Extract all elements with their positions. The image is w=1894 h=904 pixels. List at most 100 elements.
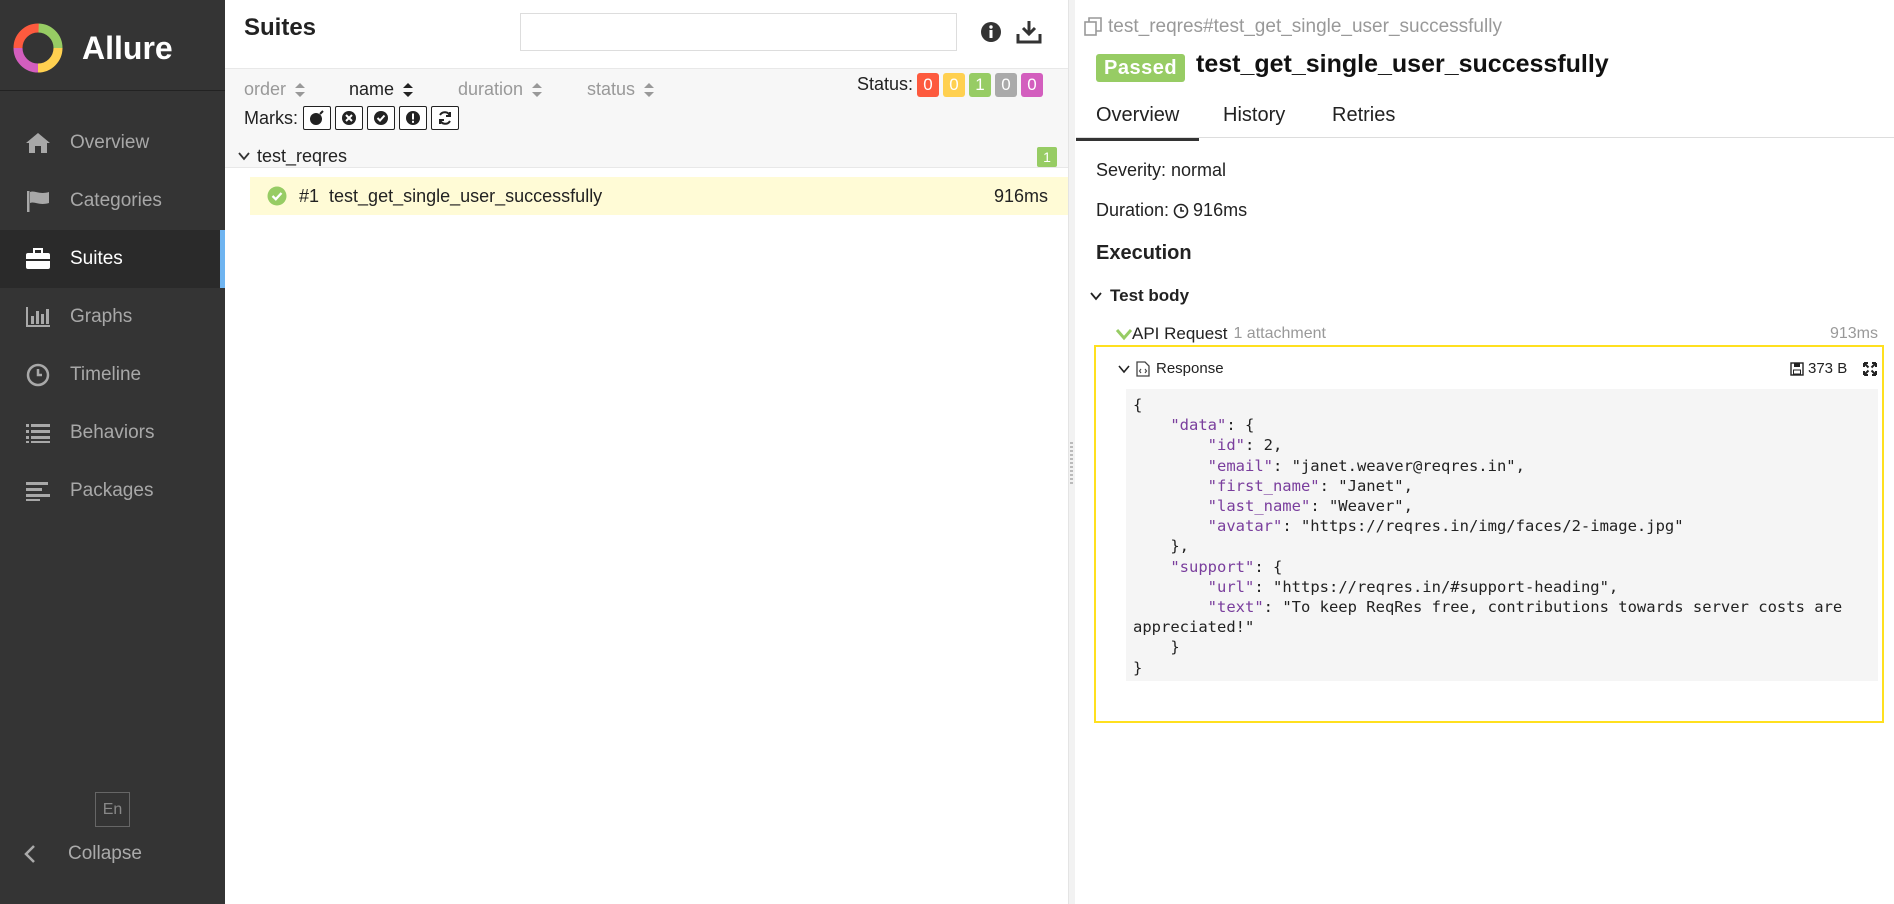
- collapse-label: Collapse: [68, 843, 142, 864]
- download-icon[interactable]: [1015, 18, 1043, 46]
- info-icon[interactable]: [977, 18, 1005, 46]
- sidebar-item-categories[interactable]: Categories: [0, 172, 225, 230]
- attachment-size-value: 373 B: [1808, 360, 1848, 377]
- sidebar: Allure Overview Categories Suites Graphs…: [0, 0, 225, 904]
- duration-label: Duration:: [1096, 200, 1170, 220]
- new-broken-mark-button[interactable]: [399, 106, 427, 130]
- sidebar-item-label: Behaviors: [70, 422, 155, 443]
- sort-icon: [295, 82, 306, 97]
- sidebar-item-label: Timeline: [70, 364, 142, 385]
- step-duration: 913ms: [1829, 325, 1878, 342]
- duration: Duration: 916ms: [1096, 200, 1247, 221]
- briefcase-icon: [24, 246, 52, 272]
- flaky-mark-button[interactable]: [303, 106, 331, 130]
- sort-by-duration[interactable]: duration: [458, 79, 543, 100]
- sidebar-item-timeline[interactable]: Timeline: [0, 346, 225, 404]
- suites-pane: Suites order name duration status Status…: [225, 0, 1068, 904]
- suite-group-row[interactable]: test_reqres 1: [237, 145, 1057, 167]
- times-circle-icon: [342, 111, 356, 125]
- step-attachments: 1 attachment: [1233, 325, 1326, 342]
- attachment-size[interactable]: 373 B: [1790, 360, 1847, 377]
- home-icon: [24, 130, 52, 156]
- chevron-left-icon: [24, 838, 44, 870]
- file-code-icon: [1136, 360, 1150, 377]
- chevron-down-icon: [1090, 292, 1102, 301]
- passed-status-icon: [267, 186, 287, 206]
- status-broken-toggle[interactable]: 0: [943, 73, 965, 97]
- flag-icon: [24, 188, 52, 214]
- test-title: test_get_single_user_successfully: [1196, 50, 1609, 78]
- breadcrumb: test_reqres#test_get_single_user_success…: [1084, 16, 1502, 38]
- test-duration: 916ms: [993, 185, 1048, 206]
- test-body-toggle[interactable]: Test body: [1090, 286, 1189, 306]
- test-row[interactable]: #1 test_get_single_user_successfully 916…: [250, 177, 1068, 215]
- status-skipped-toggle[interactable]: 0: [995, 73, 1017, 97]
- page-title: Suites: [244, 14, 317, 41]
- sort-icon: [403, 82, 414, 97]
- suite-count-badge: 1: [1037, 147, 1057, 167]
- test-detail-pane: test_reqres#test_get_single_user_success…: [1075, 0, 1894, 904]
- clock-icon: [1173, 203, 1189, 218]
- test-name: test_get_single_user_successfully: [329, 185, 603, 206]
- clock-icon: [24, 362, 52, 388]
- status-filter: 0 0 1 0 0: [917, 73, 1043, 97]
- app-name: Allure: [82, 29, 173, 66]
- sort-by-status[interactable]: status: [587, 79, 655, 100]
- copy-icon[interactable]: [1084, 17, 1102, 37]
- language-button[interactable]: En: [95, 792, 130, 827]
- bomb-icon: [310, 110, 324, 125]
- attachment-header[interactable]: Response: [1118, 360, 1224, 377]
- sidebar-item-label: Suites: [70, 248, 123, 269]
- new-passed-mark-button[interactable]: [367, 106, 395, 130]
- step-name: API Request: [1132, 324, 1228, 343]
- sort-by-name[interactable]: name: [349, 79, 414, 100]
- detail-tabs: Overview History Retries: [1075, 96, 1894, 141]
- status-unknown-toggle[interactable]: 0: [1021, 73, 1043, 97]
- sort-label: order: [244, 79, 287, 99]
- chevron-down-icon: [238, 152, 250, 161]
- sidebar-item-packages[interactable]: Packages: [0, 462, 225, 520]
- bar-chart-icon: [24, 304, 52, 330]
- sort-label: duration: [458, 79, 524, 99]
- test-number: #1: [299, 185, 320, 206]
- step-row[interactable]: API Request 1 attachment 913ms: [1116, 324, 1878, 344]
- sidebar-item-label: Packages: [70, 480, 154, 501]
- sidebar-item-label: Categories: [70, 190, 162, 211]
- sidebar-item-behaviors[interactable]: Behaviors: [0, 404, 225, 462]
- retries-mark-button[interactable]: [431, 106, 459, 130]
- search-input[interactable]: [520, 13, 957, 51]
- allure-logo-icon: [12, 22, 64, 74]
- brand[interactable]: Allure: [12, 20, 173, 76]
- sidebar-item-label: Overview: [70, 132, 150, 153]
- list-icon: [24, 420, 52, 446]
- response-body: { "data": { "id": 2, "email": "janet.wea…: [1126, 389, 1878, 681]
- status-passed-toggle[interactable]: 1: [969, 73, 991, 97]
- splitter-grip[interactable]: [1070, 442, 1073, 484]
- breadcrumb-text: test_reqres#test_get_single_user_success…: [1108, 16, 1502, 37]
- status-failed-toggle[interactable]: 0: [917, 73, 939, 97]
- test-body-label: Test body: [1110, 286, 1190, 305]
- sort-label: status: [587, 79, 636, 99]
- new-failed-mark-button[interactable]: [335, 106, 363, 130]
- check-circle-icon: [374, 111, 388, 125]
- chevron-down-icon: [1116, 329, 1132, 341]
- attachment-name: Response: [1156, 360, 1224, 377]
- tab-overview[interactable]: Overview: [1075, 104, 1200, 141]
- sidebar-item-graphs[interactable]: Graphs: [0, 288, 225, 346]
- suite-name: test_reqres: [257, 145, 348, 166]
- sidebar-item-suites[interactable]: Suites: [0, 230, 225, 288]
- sidebar-nav: Overview Categories Suites Graphs Timeli…: [0, 114, 225, 520]
- sidebar-item-overview[interactable]: Overview: [0, 114, 225, 172]
- collapse-button[interactable]: Collapse: [24, 838, 142, 870]
- expand-icon[interactable]: [1863, 362, 1877, 376]
- duration-value: 916ms: [1193, 200, 1248, 220]
- sort-icon: [532, 82, 543, 97]
- severity: Severity: normal: [1096, 160, 1227, 180]
- tab-history[interactable]: History: [1223, 104, 1285, 127]
- tab-retries[interactable]: Retries: [1332, 104, 1395, 127]
- sort-label: name: [349, 79, 395, 99]
- save-icon: [1790, 361, 1804, 376]
- sort-by-order[interactable]: order: [244, 79, 306, 100]
- execution-title: Execution: [1096, 242, 1192, 264]
- marks-label: Marks:: [244, 108, 298, 128]
